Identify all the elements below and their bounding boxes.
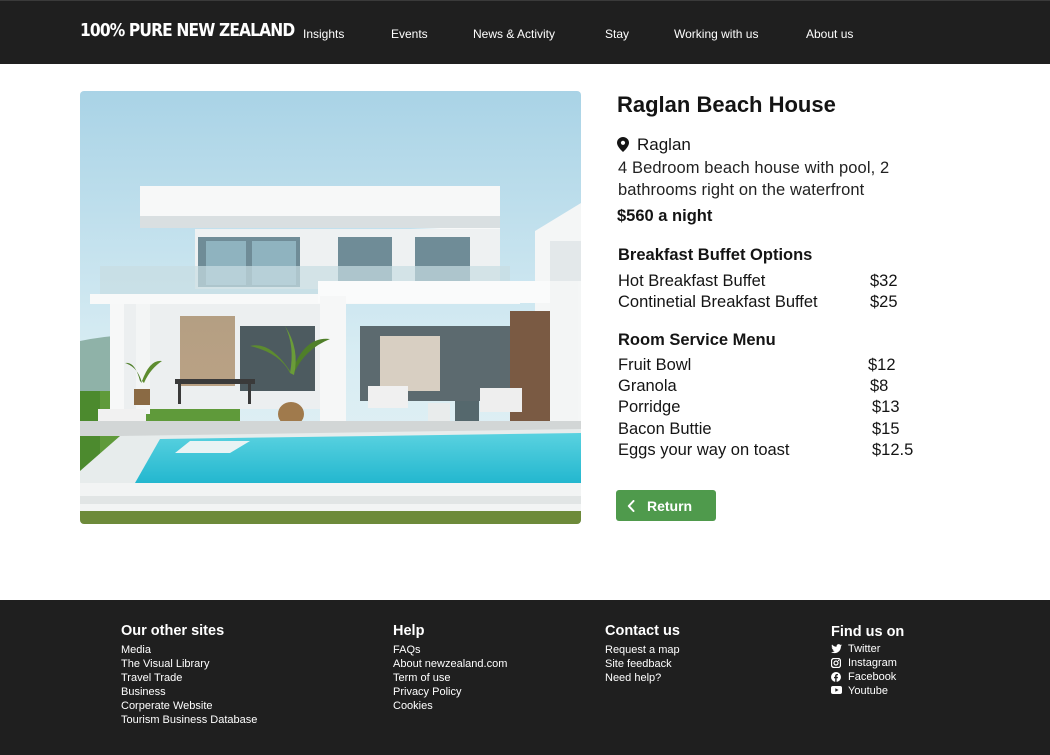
site-header: 100% PURE NEW ZEALAND Insights Events Ne… xyxy=(0,0,1050,64)
footer-help: Help FAQs About newzealand.com Term of u… xyxy=(393,623,507,713)
menu-item-name: Eggs your way on toast xyxy=(618,440,790,459)
beach-house-illustration xyxy=(80,91,581,524)
menu-item-name: Bacon Buttie xyxy=(618,419,712,438)
footer-contact: Contact us Request a map Site feedback N… xyxy=(605,623,680,685)
location-label: Raglan xyxy=(637,135,691,154)
listing-title: Raglan Beach House xyxy=(617,92,836,117)
footer-find-us: Find us on Twitter Instagram Facebook Yo… xyxy=(831,624,904,698)
nightly-price: $560 a night xyxy=(617,207,713,225)
menu-item-name: Porridge xyxy=(618,398,681,417)
footer-link-terms[interactable]: Term of use xyxy=(393,671,507,685)
footer-link-visual-library[interactable]: The Visual Library xyxy=(121,657,257,671)
menu-item-price: $12.5 xyxy=(872,440,914,459)
menu-item-name: Granola xyxy=(618,377,677,396)
nav-insights[interactable]: Insights xyxy=(303,27,344,41)
menu-item-price: $8 xyxy=(870,377,889,396)
return-button-label: Return xyxy=(647,497,693,514)
footer-link-site-feedback[interactable]: Site feedback xyxy=(605,657,680,671)
menu-item-price: $13 xyxy=(872,398,900,417)
footer-link-twitter[interactable]: Twitter xyxy=(831,642,904,656)
listing-photo xyxy=(80,91,581,524)
footer-link-cookies[interactable]: Cookies xyxy=(393,699,507,713)
social-label: Twitter xyxy=(848,643,881,655)
menu-item-name: Continetial Breakfast Buffet xyxy=(618,293,818,312)
nav-about-us[interactable]: About us xyxy=(806,27,853,41)
twitter-icon xyxy=(831,643,842,655)
location-row: Raglan xyxy=(617,135,691,155)
footer-link-privacy[interactable]: Privacy Policy xyxy=(393,685,507,699)
social-label: Youtube xyxy=(848,685,888,697)
footer-heading: Find us on xyxy=(831,624,905,640)
social-label: Instagram xyxy=(848,657,897,669)
site-logo[interactable]: 100% PURE NEW ZEALAND xyxy=(80,20,295,41)
youtube-icon xyxy=(831,685,842,697)
footer-heading: Help xyxy=(393,623,425,639)
menu-item-price: $12 xyxy=(868,356,896,374)
footer-link-request-map[interactable]: Request a map xyxy=(605,643,680,657)
footer-link-faqs[interactable]: FAQs xyxy=(393,643,507,657)
footer-link-tourism-business-database[interactable]: Tourism Business Database xyxy=(121,713,257,727)
footer-link-media[interactable]: Media xyxy=(121,643,257,657)
room-service-section-title: Room Service Menu xyxy=(618,331,776,349)
listing-description: 4 Bedroom beach house with pool, 2 bathr… xyxy=(618,159,890,199)
footer-link-need-help[interactable]: Need help? xyxy=(605,671,680,685)
map-pin-icon xyxy=(617,137,631,153)
footer-link-youtube[interactable]: Youtube xyxy=(831,684,904,698)
facebook-icon xyxy=(831,671,842,683)
social-label: Facebook xyxy=(848,671,897,683)
footer-link-about[interactable]: About newzealand.com xyxy=(393,657,507,671)
menu-item-price: $15 xyxy=(872,419,900,438)
footer-other-sites: Our other sites Media The Visual Library… xyxy=(121,623,257,727)
breakfast-section-title: Breakfast Buffet Options xyxy=(618,246,813,264)
footer-link-business[interactable]: Business xyxy=(121,685,257,699)
nav-working-with-us[interactable]: Working with us xyxy=(674,27,758,41)
nav-events[interactable]: Events xyxy=(391,27,428,41)
footer-heading: Our other sites xyxy=(121,623,225,639)
nav-stay[interactable]: Stay xyxy=(605,27,629,41)
menu-item-price: $25 xyxy=(870,293,898,312)
footer-link-travel-trade[interactable]: Travel Trade xyxy=(121,671,257,685)
footer-heading: Contact us xyxy=(605,623,680,639)
instagram-icon xyxy=(831,657,842,669)
chevron-left-icon xyxy=(627,499,637,512)
return-button[interactable]: Return xyxy=(616,490,716,521)
nav-news-activity[interactable]: News & Activity xyxy=(473,27,555,41)
footer-link-instagram[interactable]: Instagram xyxy=(831,656,904,670)
menu-item-name: Hot Breakfast Buffet xyxy=(618,272,766,290)
menu-item-price: $32 xyxy=(870,272,898,290)
footer-link-facebook[interactable]: Facebook xyxy=(831,670,904,684)
menu-item-name: Fruit Bowl xyxy=(618,356,692,374)
site-footer: Our other sites Media The Visual Library… xyxy=(0,600,1050,755)
footer-link-corporate-website[interactable]: Corperate Website xyxy=(121,699,257,713)
